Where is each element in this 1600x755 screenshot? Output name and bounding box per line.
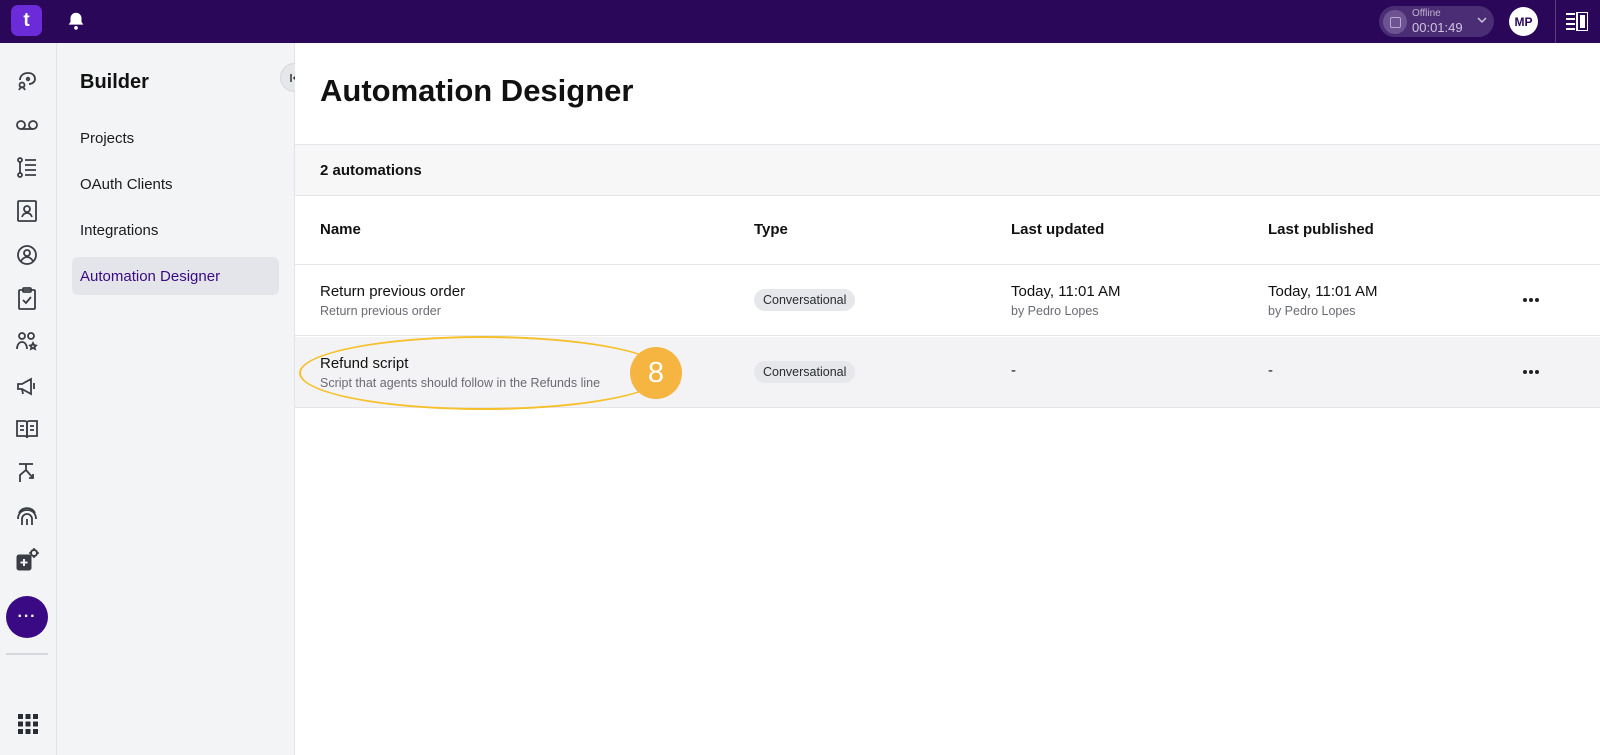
more-label: ··· bbox=[17, 608, 37, 625]
routing-icon[interactable] bbox=[14, 460, 40, 486]
app-grid-icon[interactable] bbox=[17, 713, 39, 735]
builder-sidebar: Builder Projects OAuth Clients Integrati… bbox=[57, 43, 309, 755]
app-logo[interactable]: t bbox=[11, 5, 42, 36]
agent-status-toggle[interactable]: Offline 00:01:49 bbox=[1379, 6, 1494, 37]
sidebar-title: Builder bbox=[80, 71, 149, 93]
chevron-down-icon bbox=[1477, 17, 1487, 24]
sidebar-item-label: Integrations bbox=[80, 221, 159, 239]
campaign-icon[interactable] bbox=[14, 373, 40, 399]
status-label: Offline bbox=[1412, 8, 1441, 19]
last-published-date: - bbox=[1268, 362, 1273, 379]
fingerprint-icon[interactable] bbox=[14, 503, 40, 529]
more-apps-button[interactable]: ··· bbox=[6, 596, 48, 638]
automation-description: Return previous order bbox=[320, 304, 441, 318]
status-stop-icon bbox=[1383, 10, 1407, 34]
column-header-last-published[interactable]: Last published bbox=[1268, 221, 1374, 238]
avatar-initials: MP bbox=[1514, 14, 1533, 29]
annotation-step-badge: 8 bbox=[630, 347, 682, 399]
column-header-name[interactable]: Name bbox=[320, 221, 361, 238]
conversations-icon[interactable] bbox=[14, 68, 40, 94]
annotation-step-number: 8 bbox=[647, 356, 665, 389]
type-badge: Conversational bbox=[754, 361, 856, 383]
contacts-icon[interactable] bbox=[14, 198, 40, 224]
queue-list-icon[interactable] bbox=[14, 155, 40, 181]
sidebar-item-label: Automation Designer bbox=[80, 267, 221, 285]
sidebar-item-projects[interactable]: Projects bbox=[72, 119, 279, 157]
last-updated-date: Today, 11:01 AM bbox=[1011, 283, 1121, 300]
rail-divider bbox=[6, 653, 48, 655]
row-actions-more-icon[interactable] bbox=[1519, 362, 1543, 382]
last-published-date: Today, 11:01 AM bbox=[1268, 283, 1378, 300]
sidebar-item-label: Projects bbox=[80, 129, 135, 147]
integrations-settings-icon[interactable] bbox=[14, 547, 40, 573]
table-row[interactable]: Return previous order Return previous or… bbox=[295, 265, 1600, 336]
automation-name[interactable]: Return previous order bbox=[320, 283, 465, 300]
last-updated-date: - bbox=[1011, 362, 1016, 379]
topbar-divider bbox=[1555, 0, 1556, 43]
voicemail-icon[interactable] bbox=[14, 112, 40, 138]
automation-count-bar: 2 automations bbox=[295, 144, 1600, 196]
notifications-bell-icon[interactable] bbox=[65, 10, 87, 32]
automation-count: 2 automations bbox=[320, 162, 422, 179]
last-updated-by: by Pedro Lopes bbox=[1011, 304, 1099, 318]
last-published-by: by Pedro Lopes bbox=[1268, 304, 1356, 318]
sidebar-item-automation-designer[interactable]: Automation Designer bbox=[72, 257, 279, 295]
top-bar: t Offline 00:01:49 MP bbox=[0, 0, 1600, 43]
icon-rail: ··· bbox=[0, 43, 57, 755]
sidebar-item-label: OAuth Clients bbox=[80, 175, 173, 193]
logo-text: t bbox=[23, 9, 30, 31]
sidebar-item-oauth-clients[interactable]: OAuth Clients bbox=[72, 165, 279, 203]
user-avatar[interactable]: MP bbox=[1509, 7, 1538, 36]
knowledge-icon[interactable] bbox=[14, 416, 40, 442]
status-timer: 00:01:49 bbox=[1412, 20, 1463, 35]
side-panel-icon[interactable] bbox=[1566, 12, 1588, 31]
annotation-highlight-ring bbox=[299, 336, 667, 410]
sidebar-item-integrations[interactable]: Integrations bbox=[72, 211, 279, 249]
type-badge: Conversational bbox=[754, 289, 856, 311]
tasks-icon[interactable] bbox=[14, 286, 40, 312]
agent-icon[interactable] bbox=[14, 242, 40, 268]
column-header-last-updated[interactable]: Last updated bbox=[1011, 221, 1104, 238]
row-actions-more-icon[interactable] bbox=[1519, 290, 1543, 310]
column-header-type[interactable]: Type bbox=[754, 221, 788, 238]
team-icon[interactable] bbox=[14, 329, 40, 355]
page-title: Automation Designer bbox=[320, 73, 634, 108]
